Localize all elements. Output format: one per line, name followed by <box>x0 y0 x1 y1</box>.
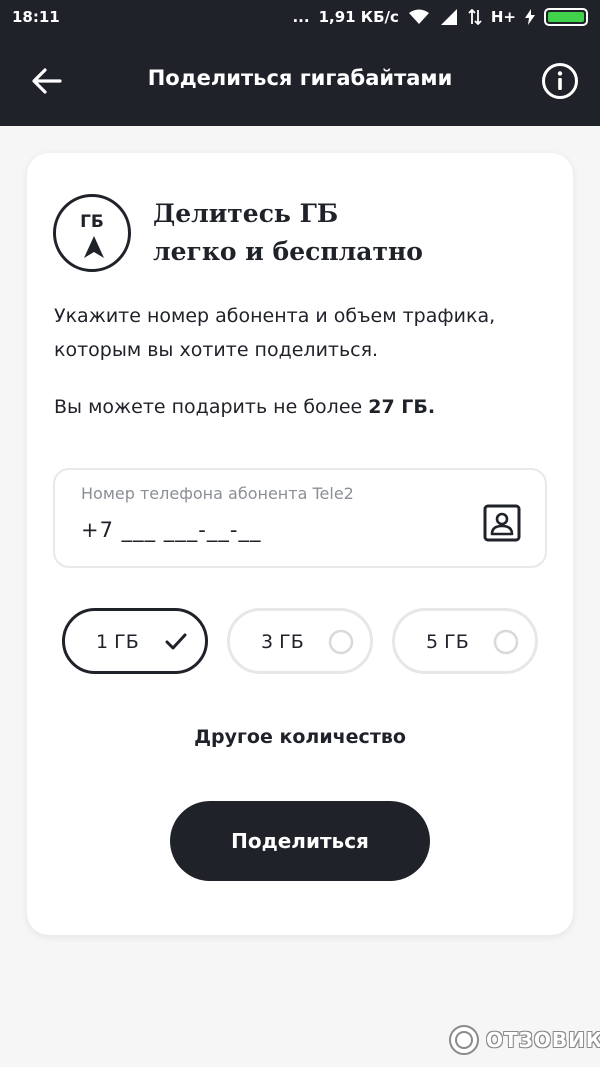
other-amount-link[interactable]: Другое количество <box>27 726 573 748</box>
status-bar: 18:11 ... 1,91 КБ/с H+ <box>0 0 600 34</box>
data-arrows-icon <box>468 9 482 25</box>
gb-logo: ГБ <box>53 194 131 272</box>
charging-icon <box>525 9 535 25</box>
chip-label: 1 ГБ <box>96 631 139 653</box>
battery-level <box>548 12 584 22</box>
page-title: Поделиться гигабайтами <box>147 66 453 90</box>
watermark: ОТЗОВИК <box>448 1022 600 1058</box>
radio-empty-icon <box>328 629 354 655</box>
chip-5gb[interactable]: 5 ГБ <box>392 608 538 674</box>
wifi-icon <box>408 9 429 24</box>
headline-line-2: легко и бесплатно <box>153 237 423 266</box>
chip-label: 5 ГБ <box>426 631 469 653</box>
share-gb-card: ГБ Делитесь ГБ легко и бесплатно Укажите… <box>27 153 573 935</box>
signal-icon <box>440 9 457 25</box>
phone-field-label: Номер телефона абонента Tele2 <box>81 484 354 503</box>
chip-1gb[interactable]: 1 ГБ <box>62 608 208 674</box>
limit-amount: 27 ГБ. <box>368 396 436 418</box>
checkmark-icon <box>165 633 187 650</box>
status-time: 18:11 <box>12 8 60 26</box>
phone-input[interactable]: +7 ___ ___-__-__ <box>81 518 261 542</box>
info-circle-icon[interactable] <box>541 62 579 100</box>
network-speed: 1,91 КБ/с <box>318 8 399 26</box>
chip-label: 3 ГБ <box>261 631 304 653</box>
headline-line-1: Делитесь ГБ <box>153 199 339 228</box>
status-dots: ... <box>292 8 310 26</box>
description-text: Укажите номер абонента и объем трафика, … <box>54 305 496 361</box>
radio-empty-icon <box>493 629 519 655</box>
limit-text: Вы можете подарить не более 27 ГБ. <box>54 392 554 422</box>
battery-icon <box>544 8 588 26</box>
watermark-text: ОТЗОВИК <box>486 1028 600 1052</box>
headline: Делитесь ГБ легко и бесплатно <box>153 195 513 271</box>
limit-prefix: Вы можете подарить не более <box>54 396 369 418</box>
gb-logo-text: ГБ <box>80 212 104 232</box>
status-icons: ... 1,91 КБ/с H+ <box>292 8 588 26</box>
share-button[interactable]: Поделиться <box>170 801 430 881</box>
app-bar: Поделиться гигабайтами <box>0 34 600 126</box>
chip-3gb[interactable]: 3 ГБ <box>227 608 373 674</box>
contacts-icon[interactable] <box>483 504 521 542</box>
network-type: H+ <box>490 8 516 26</box>
phone-field[interactable]: Номер телефона абонента Tele2 +7 ___ ___… <box>53 468 547 568</box>
arrow-up-icon <box>84 236 104 258</box>
watermark-logo-icon <box>449 1025 479 1055</box>
